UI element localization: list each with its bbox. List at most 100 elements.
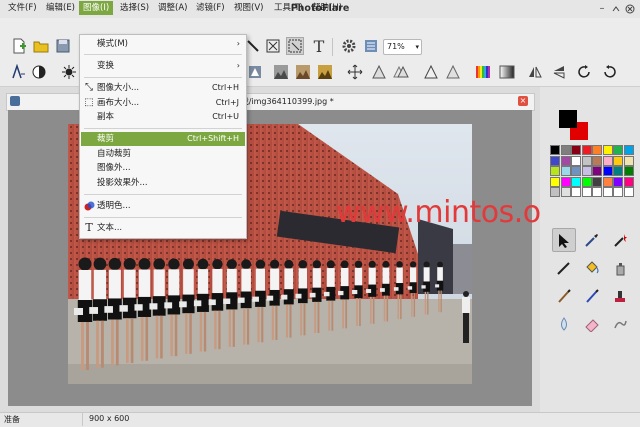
brush-icon[interactable] bbox=[552, 284, 576, 308]
palette-swatch[interactable] bbox=[623, 176, 634, 187]
palette-swatch[interactable] bbox=[550, 187, 560, 197]
menu-item-outer-frame[interactable]: 图像外... bbox=[81, 161, 245, 175]
palette-swatch[interactable] bbox=[571, 145, 581, 155]
palette-swatch[interactable] bbox=[592, 155, 602, 166]
color-bars-icon[interactable] bbox=[474, 64, 492, 82]
resize-icon[interactable] bbox=[264, 38, 282, 56]
menu-item-auto-crop[interactable]: 自动裁剪 bbox=[81, 147, 245, 161]
palette-swatch[interactable] bbox=[571, 155, 581, 166]
palette-swatch[interactable] bbox=[571, 176, 581, 187]
palette-swatch[interactable] bbox=[602, 145, 613, 155]
palette-swatch[interactable] bbox=[602, 176, 613, 187]
palette-swatch[interactable] bbox=[623, 155, 634, 166]
menu-file[interactable]: 文件(F) bbox=[4, 1, 41, 15]
menu-item-transform[interactable]: 变换 › bbox=[81, 59, 245, 73]
palette-swatch[interactable] bbox=[613, 155, 623, 166]
flip-horizontal-icon[interactable] bbox=[526, 64, 544, 82]
palette-swatch[interactable] bbox=[560, 176, 571, 187]
palette-swatch[interactable] bbox=[592, 145, 602, 155]
menu-select[interactable]: 选择(S) bbox=[116, 1, 153, 15]
pen-tool-icon[interactable] bbox=[552, 256, 576, 280]
crop-select-icon[interactable] bbox=[286, 37, 304, 55]
palette-swatch[interactable] bbox=[581, 155, 592, 166]
text-tool-icon[interactable]: T bbox=[310, 38, 328, 56]
magic-wand-icon[interactable] bbox=[608, 228, 632, 252]
stamp-icon[interactable] bbox=[608, 284, 632, 308]
rotate-ccw-icon[interactable] bbox=[576, 64, 594, 82]
menu-item-crop[interactable]: 裁剪 Ctrl+Shift+H bbox=[81, 132, 245, 146]
menu-item-duplicate[interactable]: 副本 Ctrl+U bbox=[81, 110, 245, 124]
palette-swatch[interactable] bbox=[623, 166, 634, 176]
palette-swatch[interactable] bbox=[592, 187, 602, 197]
flip-vertical-icon[interactable] bbox=[550, 64, 568, 82]
auto-contrast-icon[interactable] bbox=[30, 64, 48, 82]
eraser-icon[interactable] bbox=[580, 312, 604, 336]
triangle-soft-icon[interactable] bbox=[444, 64, 462, 82]
menu-edit[interactable]: 编辑(E) bbox=[42, 1, 79, 15]
maximize-icon[interactable] bbox=[610, 3, 622, 15]
palette-swatch[interactable] bbox=[550, 145, 560, 155]
filter-grayscale-icon[interactable] bbox=[272, 64, 290, 82]
menu-view[interactable]: 视图(V) bbox=[230, 1, 267, 15]
triangle-sharpen-icon[interactable] bbox=[370, 64, 388, 82]
palette-swatch[interactable] bbox=[560, 187, 571, 197]
palette-swatch[interactable] bbox=[613, 145, 623, 155]
paint-bucket-icon[interactable] bbox=[580, 256, 604, 280]
pointer-tool-icon[interactable] bbox=[552, 228, 576, 252]
palette-swatch[interactable] bbox=[581, 187, 592, 197]
palette-swatch[interactable] bbox=[581, 166, 592, 176]
palette-swatch[interactable] bbox=[623, 187, 634, 197]
palette-swatch[interactable] bbox=[602, 166, 613, 176]
spray-can-icon[interactable] bbox=[608, 256, 632, 280]
palette-swatch[interactable] bbox=[550, 155, 560, 166]
menu-item-transparent-color[interactable]: 透明色... bbox=[81, 199, 245, 213]
triangle-outline-icon[interactable] bbox=[422, 64, 440, 82]
palette-swatch[interactable] bbox=[560, 155, 571, 166]
palette-swatch[interactable] bbox=[602, 155, 613, 166]
paintbrush-blue-icon[interactable] bbox=[580, 284, 604, 308]
close-window-icon[interactable] bbox=[624, 3, 636, 15]
menu-adjust[interactable]: 调整(A) bbox=[154, 1, 191, 15]
menu-item-drop-shadow[interactable]: 投影效果外... bbox=[81, 176, 245, 190]
menu-item-image-size[interactable]: ⤡ 图像大小... Ctrl+H bbox=[81, 81, 245, 95]
minimize-icon[interactable]: – bbox=[596, 3, 608, 15]
menu-tools[interactable]: 工具(T) bbox=[270, 1, 307, 15]
levels-icon[interactable] bbox=[246, 64, 264, 82]
settings-list-icon[interactable] bbox=[362, 38, 380, 56]
open-folder-icon[interactable] bbox=[32, 38, 50, 56]
palette-swatch[interactable] bbox=[581, 176, 592, 187]
palette-swatch[interactable] bbox=[613, 176, 623, 187]
palette-swatch[interactable] bbox=[613, 187, 623, 197]
menu-filter[interactable]: 滤镜(F) bbox=[192, 1, 229, 15]
filter-sepia-icon[interactable] bbox=[294, 64, 312, 82]
palette-swatch[interactable] bbox=[602, 187, 613, 197]
palette-swatch[interactable] bbox=[571, 166, 581, 176]
close-document-icon[interactable]: × bbox=[518, 96, 528, 106]
auto-levels-icon[interactable] bbox=[10, 63, 28, 82]
eyedropper-icon[interactable] bbox=[580, 228, 604, 252]
zoom-select[interactable]: 71% ▾ bbox=[383, 39, 422, 55]
gear-icon[interactable] bbox=[340, 38, 358, 56]
brightness-icon[interactable] bbox=[60, 64, 78, 82]
palette-swatch[interactable] bbox=[613, 166, 623, 176]
gradient-icon[interactable] bbox=[498, 64, 516, 82]
smudge-icon[interactable] bbox=[608, 312, 632, 336]
menu-item-mode[interactable]: 模式(M) › bbox=[81, 37, 245, 51]
rotate-cw-icon[interactable] bbox=[600, 64, 618, 82]
palette-swatch[interactable] bbox=[560, 166, 571, 176]
move-icon[interactable] bbox=[346, 64, 364, 82]
menu-item-text[interactable]: T 文本... bbox=[81, 221, 245, 235]
palette-swatch[interactable] bbox=[550, 166, 560, 176]
palette-swatch[interactable] bbox=[550, 176, 560, 187]
menu-help[interactable]: 帮助(H) bbox=[308, 1, 346, 15]
triangle-blur-icon[interactable] bbox=[392, 64, 410, 82]
filter-warm-icon[interactable] bbox=[316, 64, 334, 82]
palette-swatch[interactable] bbox=[592, 166, 602, 176]
blur-drop-icon[interactable] bbox=[552, 312, 576, 336]
palette-swatch[interactable] bbox=[592, 176, 602, 187]
save-icon[interactable] bbox=[54, 38, 72, 56]
menu-image[interactable]: 图像(I) bbox=[79, 1, 114, 15]
palette-swatch[interactable] bbox=[581, 145, 592, 155]
new-file-icon[interactable] bbox=[10, 38, 28, 56]
palette-swatch[interactable] bbox=[560, 145, 571, 155]
